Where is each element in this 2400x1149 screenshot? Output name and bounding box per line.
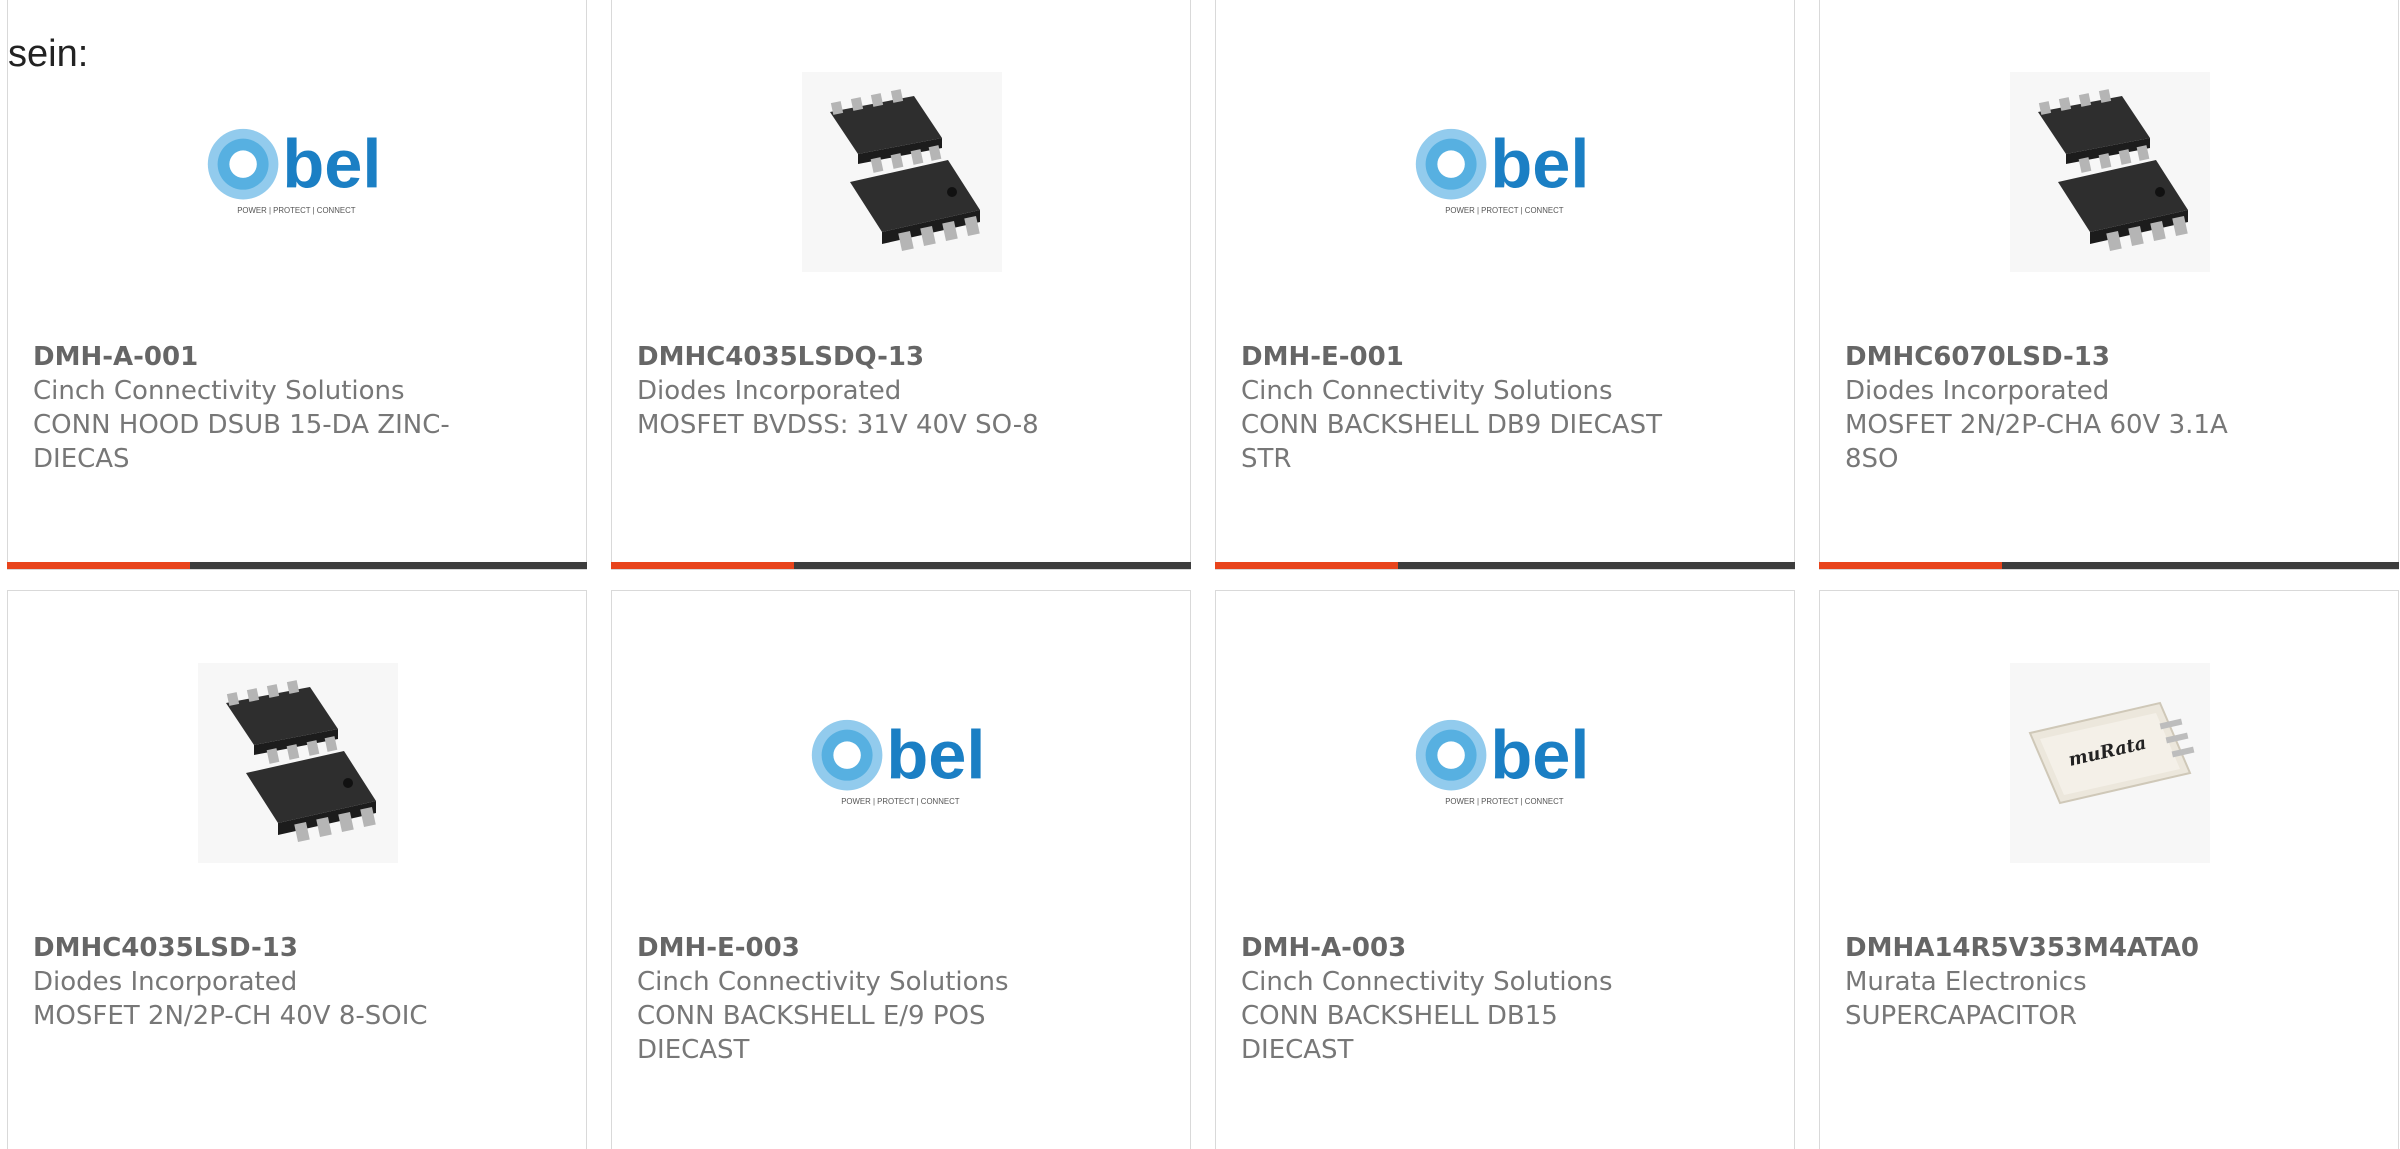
description: MOSFET 2N/2P-CH 40V 8-SOIC [33, 1001, 428, 1031]
bel-logo-image: bel POWER | PROTECT | CONNECT [1406, 663, 1606, 863]
svg-text:POWER | PROTECT | CONNECT: POWER | PROTECT | CONNECT [237, 206, 356, 215]
svg-text:bel: bel [282, 126, 381, 203]
description: SUPERCAPACITOR [1845, 1001, 2077, 1031]
description: CONN HOOD DSUB 15-DA ZINC-DIECAS [33, 410, 450, 474]
so8-chip-image [2010, 72, 2210, 272]
manufacturer: Cinch Connectivity Solutions [637, 967, 1009, 997]
part-number[interactable]: DMHC4035LSD-13 [33, 931, 463, 965]
card-bottom-bar [611, 562, 1191, 569]
card-accent-bar [7, 562, 190, 569]
svg-text:POWER | PROTECT | CONNECT: POWER | PROTECT | CONNECT [1445, 206, 1564, 215]
product-card[interactable]: DMHC4035LSD-13 Diodes Incorporated MOSFE… [7, 590, 587, 1149]
svg-text:bel: bel [886, 717, 985, 794]
section-heading: sein: [8, 33, 89, 75]
card-bottom-bar [1819, 562, 2399, 569]
so8-chip-image [802, 72, 1002, 272]
product-card[interactable]: bel POWER | PROTECT | CONNECT DMH-A-003 … [1215, 590, 1795, 1149]
product-card[interactable]: DMHC6070LSD-13 Diodes Incorporated MOSFE… [1819, 0, 2399, 570]
card-accent-bar [1819, 562, 2002, 569]
svg-text:bel: bel [1490, 126, 1589, 203]
description: CONN BACKSHELL DB15 DIECAST [1241, 1001, 1558, 1065]
description: MOSFET 2N/2P-CHA 60V 3.1A 8SO [1845, 410, 2228, 474]
svg-text:bel: bel [1490, 717, 1589, 794]
product-card[interactable]: bel POWER | PROTECT | CONNECT DMH-E-003 … [611, 590, 1191, 1149]
so8-chip-image [198, 663, 398, 863]
murata-supercap-image: muRata [2010, 663, 2210, 863]
part-number[interactable]: DMHA14R5V353M4ATA0 [1845, 931, 2275, 965]
description: CONN BACKSHELL DB9 DIECAST STR [1241, 410, 1662, 474]
description: MOSFET BVDSS: 31V 40V SO-8 [637, 410, 1039, 440]
part-number[interactable]: DMHC6070LSD-13 [1845, 340, 2275, 374]
card-bottom-bar [1215, 562, 1795, 569]
manufacturer: Cinch Connectivity Solutions [1241, 376, 1613, 406]
product-card[interactable]: muRata DMHA14R5V353M4ATA0 Murata Electro… [1819, 590, 2399, 1149]
bel-logo-image: bel POWER | PROTECT | CONNECT [802, 663, 1002, 863]
page: sein: bel POWER | PROTECT | CONNECT DMH-… [0, 0, 2400, 1149]
manufacturer: Murata Electronics [1845, 967, 2087, 997]
manufacturer: Diodes Incorporated [637, 376, 902, 406]
bel-logo-image: bel POWER | PROTECT | CONNECT [198, 72, 398, 272]
description: CONN BACKSHELL E/9 POS DIECAST [637, 1001, 986, 1065]
product-card[interactable]: bel POWER | PROTECT | CONNECT DMH-E-001 … [1215, 0, 1795, 570]
product-card[interactable]: DMHC4035LSDQ-13 Diodes Incorporated MOSF… [611, 0, 1191, 570]
part-number[interactable]: DMH-A-003 [1241, 931, 1671, 965]
manufacturer: Cinch Connectivity Solutions [33, 376, 405, 406]
manufacturer: Diodes Incorporated [33, 967, 298, 997]
card-accent-bar [1215, 562, 1398, 569]
manufacturer: Diodes Incorporated [1845, 376, 2110, 406]
part-number[interactable]: DMH-A-001 [33, 340, 463, 374]
product-card[interactable]: bel POWER | PROTECT | CONNECT DMH-A-001 … [7, 0, 587, 570]
part-number[interactable]: DMH-E-001 [1241, 340, 1671, 374]
card-bottom-bar [7, 562, 587, 569]
part-number[interactable]: DMHC4035LSDQ-13 [637, 340, 1067, 374]
svg-text:POWER | PROTECT | CONNECT: POWER | PROTECT | CONNECT [841, 797, 960, 806]
part-number[interactable]: DMH-E-003 [637, 931, 1067, 965]
card-accent-bar [611, 562, 794, 569]
manufacturer: Cinch Connectivity Solutions [1241, 967, 1613, 997]
bel-logo-image: bel POWER | PROTECT | CONNECT [1406, 72, 1606, 272]
svg-text:POWER | PROTECT | CONNECT: POWER | PROTECT | CONNECT [1445, 797, 1564, 806]
